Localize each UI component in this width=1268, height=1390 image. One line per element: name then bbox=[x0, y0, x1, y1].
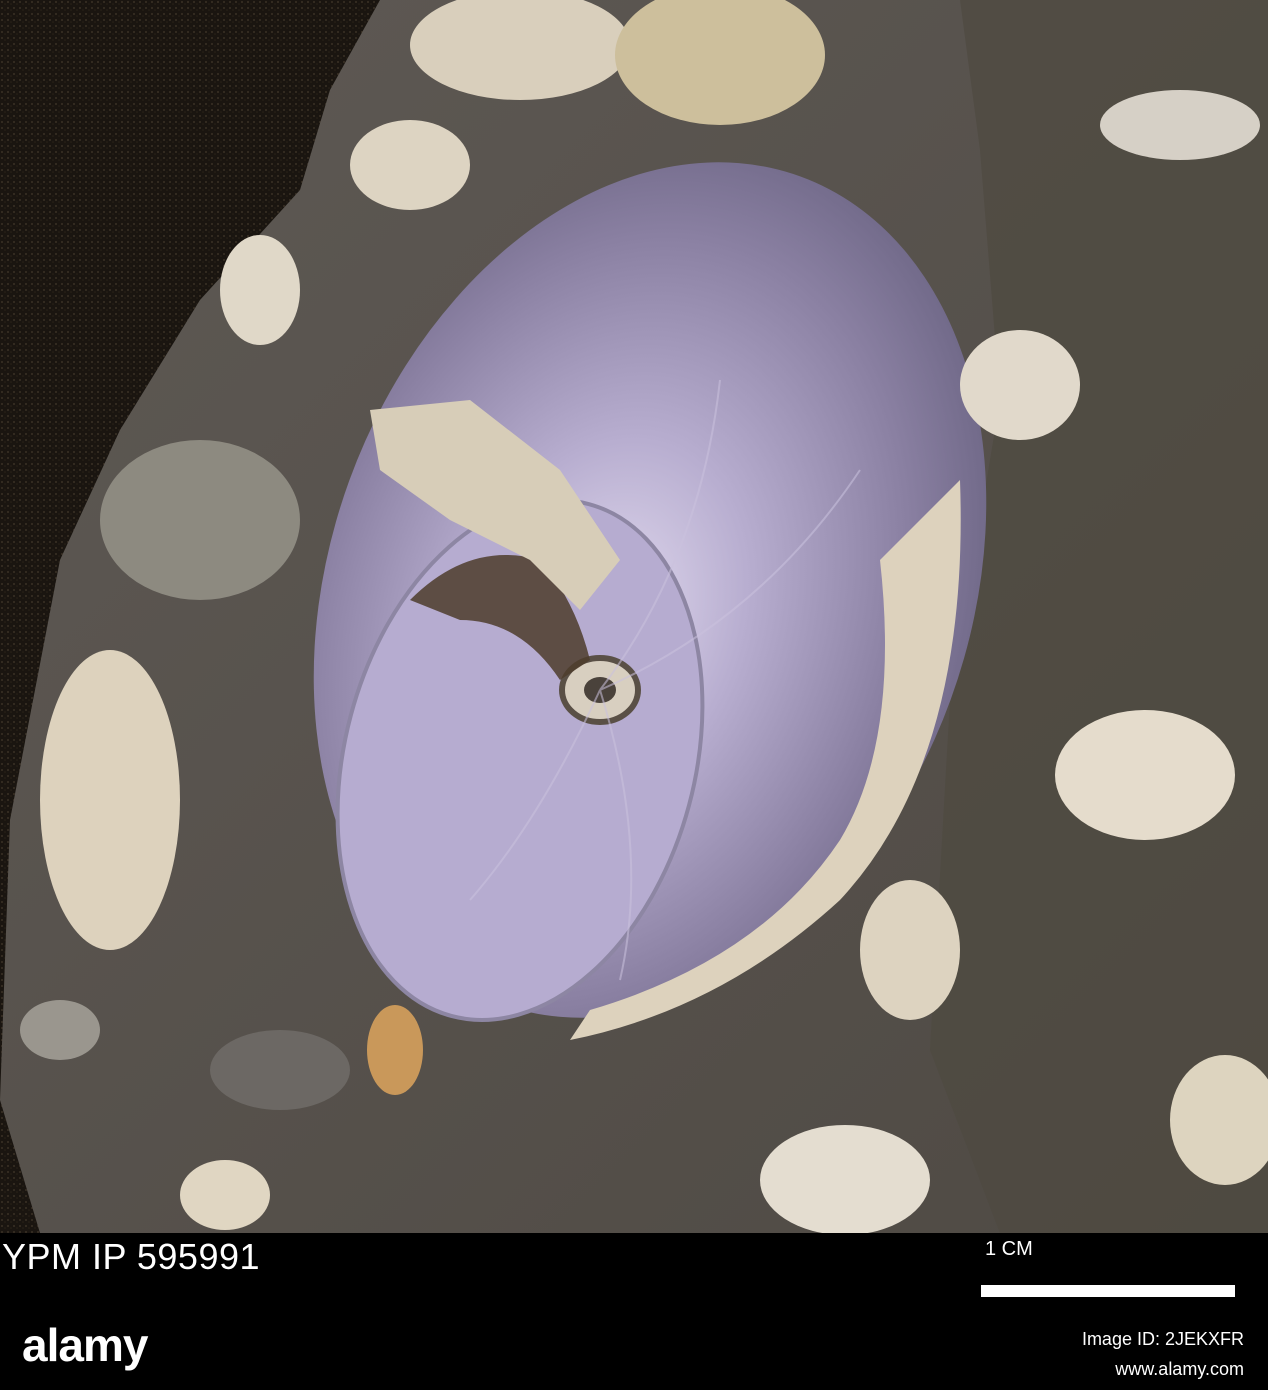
watermark-image-id: Image ID: 2JEKXFR bbox=[1081, 1329, 1244, 1349]
watermark-info: Image ID: 2JEKXFR www.alamy.com bbox=[1082, 1324, 1244, 1384]
fossil-illustration bbox=[0, 0, 1268, 1233]
specimen-photo bbox=[0, 0, 1268, 1233]
watermark-logo: alamy bbox=[22, 1319, 148, 1371]
scale-bar bbox=[981, 1285, 1235, 1297]
scale-label: 1 CM bbox=[985, 1238, 1033, 1260]
watermark-footer bbox=[0, 1313, 1268, 1390]
watermark-url: www.alamy.com bbox=[1115, 1359, 1244, 1379]
specimen-id-label: YPM IP 595991 bbox=[2, 1236, 261, 1277]
